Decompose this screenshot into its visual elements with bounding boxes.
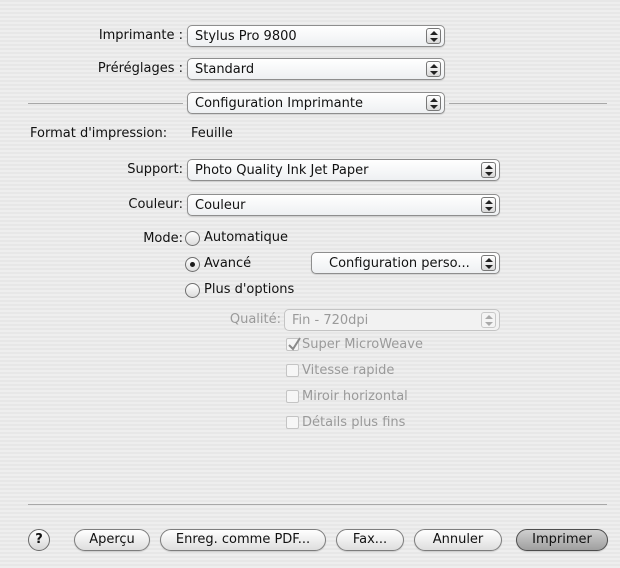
checkbox-finest-detail-label: Détails plus fins (302, 415, 406, 430)
print-dialog: Imprimante : Stylus Pro 9800 Préréglages… (0, 0, 620, 568)
preview-button[interactable]: Aperçu (74, 529, 150, 551)
checkbox-finest-detail[interactable] (286, 416, 299, 429)
checkbox-flip-horizontal[interactable] (286, 390, 299, 403)
radio-advanced-label[interactable]: Avancé (204, 256, 251, 271)
separator (449, 103, 607, 104)
checkbox-super-microweave-label: Super MicroWeave (302, 337, 423, 352)
printer-label: Imprimante : (98, 28, 183, 43)
save-pdf-button[interactable]: Enreg. comme PDF... (160, 529, 326, 551)
printer-value: Stylus Pro 9800 (195, 29, 297, 44)
updown-arrows-icon (481, 197, 496, 213)
print-format-label: Format d'impression: (30, 126, 168, 141)
separator (28, 103, 183, 104)
print-format-value: Feuille (191, 126, 233, 141)
quality-value: Fin - 720dpi (292, 313, 369, 328)
updown-arrows-icon (481, 162, 496, 178)
mode-label: Mode: (143, 231, 183, 246)
fax-button[interactable]: Fax... (336, 529, 404, 551)
presets-value: Standard (195, 62, 255, 77)
color-label: Couleur: (128, 197, 183, 212)
presets-popup[interactable]: Standard (187, 58, 445, 80)
presets-label: Préréglages : (97, 61, 183, 76)
color-popup[interactable]: Couleur (187, 194, 500, 216)
radio-selected-dot (190, 262, 195, 267)
updown-arrows-icon (481, 255, 496, 271)
radio-more-options[interactable] (185, 283, 200, 298)
updown-arrows-icon (426, 61, 441, 77)
quality-label: Qualité: (229, 312, 281, 327)
checkbox-high-speed[interactable] (286, 364, 299, 377)
help-button[interactable]: ? (28, 529, 50, 551)
updown-arrows-icon (481, 312, 496, 328)
updown-arrows-icon (426, 95, 441, 111)
printer-popup[interactable]: Stylus Pro 9800 (187, 25, 445, 47)
radio-more-options-label[interactable]: Plus d'options (204, 282, 294, 297)
media-label: Support: (127, 162, 183, 177)
checkbox-super-microweave[interactable] (286, 337, 301, 351)
updown-arrows-icon (426, 28, 441, 44)
checkbox-flip-horizontal-label: Miroir horizontal (302, 389, 408, 404)
radio-automatic-label[interactable]: Automatique (204, 230, 288, 245)
print-button[interactable]: Imprimer (516, 529, 608, 551)
panel-value: Configuration Imprimante (195, 96, 363, 111)
media-popup[interactable]: Photo Quality Ink Jet Paper (187, 159, 500, 181)
checkbox-high-speed-label: Vitesse rapide (302, 363, 395, 378)
checkmark-icon (288, 337, 301, 351)
color-value: Couleur (195, 198, 246, 213)
separator (28, 504, 607, 505)
quality-popup[interactable]: Fin - 720dpi (284, 309, 500, 331)
custom-settings-value: Configuration perso... (329, 256, 470, 271)
panel-popup[interactable]: Configuration Imprimante (187, 92, 445, 114)
custom-settings-popup[interactable]: Configuration perso... (311, 252, 500, 274)
radio-automatic[interactable] (185, 231, 200, 246)
cancel-button[interactable]: Annuler (414, 529, 502, 551)
radio-advanced[interactable] (185, 257, 200, 272)
media-value: Photo Quality Ink Jet Paper (195, 163, 369, 178)
